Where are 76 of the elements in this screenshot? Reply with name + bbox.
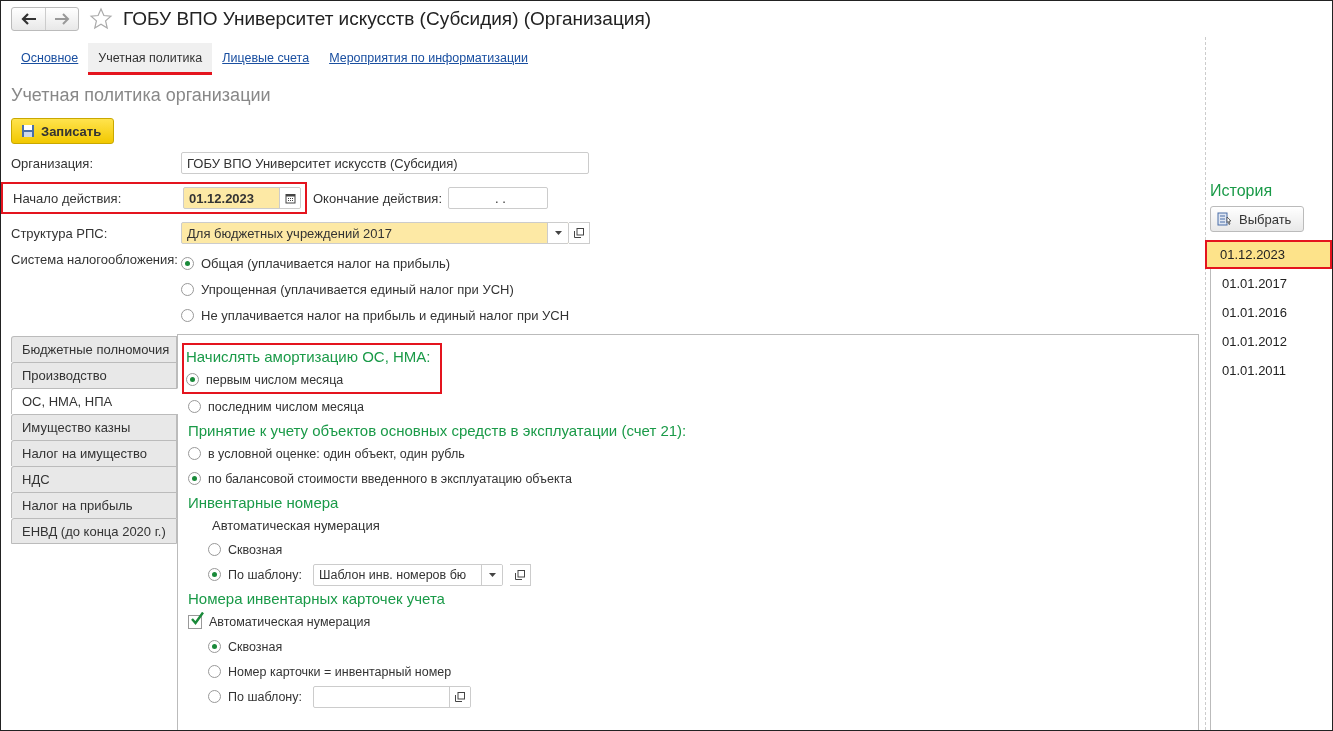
radio-button[interactable] [181, 282, 194, 296]
checkbox[interactable] [188, 614, 202, 629]
back-arrow-icon [20, 13, 37, 25]
tab[interactable]: Основное [11, 43, 89, 75]
star-icon[interactable] [89, 7, 113, 31]
calendar-icon[interactable] [284, 192, 296, 204]
option-label: Сквозная [228, 542, 283, 557]
option-label: последним числом месяца [208, 399, 365, 414]
history-date[interactable]: 01.01.2017 [1211, 269, 1332, 298]
option-label: По шаблону: [228, 689, 302, 704]
forward-arrow-icon [54, 13, 70, 25]
select-button[interactable]: Выбрать [1210, 206, 1305, 232]
option-label: Упрощенная (уплачивается единый налог при УСН) [201, 281, 514, 297]
structure-dropdown[interactable]: Для бюджетных учреждений 2017 [181, 222, 569, 244]
history-date[interactable]: 01.12.2023 [1205, 240, 1332, 269]
field-label: Структура РПС: [11, 225, 109, 241]
option-label: первым числом месяца [206, 372, 344, 387]
section-title: Начислять амортизацию ОС, НМА: [186, 346, 431, 367]
organization-field[interactable]: ГОБУ ВПО Университет искусств (Субсидия) [181, 152, 589, 174]
radio-button[interactable] [188, 472, 201, 485]
radio-button[interactable] [208, 690, 221, 703]
option-label: в условной оценке: один объект, один рубль [208, 446, 465, 461]
window-title: ГОБУ ВПО Университет искусств (Субсидия) (Организация) [123, 8, 651, 30]
tab[interactable]: Учетная политика [88, 43, 213, 75]
side-tab[interactable]: Имущество казны [11, 414, 177, 440]
field-label: Организация: [11, 155, 95, 171]
open-window-icon [574, 228, 584, 238]
side-tab[interactable]: Налог на прибыль [11, 492, 177, 518]
date-field[interactable]: 01.12.2023 [183, 187, 301, 209]
radio-button[interactable] [208, 543, 221, 556]
side-tab[interactable]: Налог на имущество [11, 440, 177, 466]
open-button[interactable] [569, 222, 590, 244]
radio-button[interactable] [181, 256, 194, 270]
tab[interactable]: Мероприятия по информатизации [319, 43, 538, 75]
caret-icon [488, 572, 496, 577]
side-tab[interactable]: Бюджетные полномочия [11, 336, 177, 362]
template-field[interactable] [313, 685, 471, 708]
radio-button[interactable] [188, 447, 201, 460]
radio-button[interactable] [188, 400, 201, 413]
field-label: Начало действия: [13, 190, 123, 206]
side-tab[interactable]: ЕНВД (до конца 2020 г.) [11, 518, 177, 544]
option-label: Сквозная [228, 639, 283, 654]
caret-icon [554, 231, 562, 235]
side-tab[interactable]: НДС [11, 466, 177, 492]
option-label: По шаблону: [228, 567, 302, 582]
section-title: Номера инвентарных карточек учета [187, 588, 446, 609]
history-date[interactable]: 01.01.2011 [1211, 356, 1332, 385]
option-label: Общая (уплачивается налог на прибыль) [201, 255, 451, 271]
open-button[interactable] [510, 563, 531, 586]
section-title: Инвентарные номера [187, 492, 340, 513]
history-date[interactable]: 01.01.2012 [1211, 327, 1332, 356]
side-tab[interactable]: ОС, НМА, НПА [11, 388, 178, 414]
field-label: Система налогообложения: [11, 251, 179, 269]
side-tab[interactable]: Производство [11, 362, 177, 388]
template-dropdown[interactable]: Шаблон инв. номеров бю [313, 563, 503, 586]
date-field[interactable]: . . [448, 187, 548, 209]
save-button[interactable]: Записать [11, 118, 115, 144]
radio-button[interactable] [208, 640, 221, 653]
option-label: по балансовой стоимости введенного в эксплуатацию объекта [208, 471, 573, 486]
radio-button[interactable] [208, 665, 221, 678]
history-date[interactable]: 01.01.2016 [1211, 298, 1332, 327]
open-window-icon [515, 569, 525, 580]
section-title: Принятие к учету объектов основных средств в эксплуатации (счет 21): [187, 420, 688, 441]
tab[interactable]: Лицевые счета [212, 43, 320, 75]
history-title: История [1210, 182, 1274, 200]
open-window-icon[interactable] [455, 691, 465, 702]
option-label: Номер карточки = инвентарный номер [228, 664, 452, 679]
radio-button[interactable] [181, 308, 194, 322]
form-title: Учетная политика организации [11, 85, 272, 106]
radio-button[interactable] [208, 568, 221, 581]
radio-button[interactable] [186, 373, 199, 386]
field-label: Окончание действия: [313, 190, 442, 206]
option-label: Автоматическая нумерация [209, 614, 371, 629]
subsection-label: Автоматическая нумерация [211, 516, 381, 535]
list-select-icon [1217, 212, 1233, 226]
option-label: Не уплачивается налог на прибыль и единый налог при УСН [201, 307, 570, 323]
